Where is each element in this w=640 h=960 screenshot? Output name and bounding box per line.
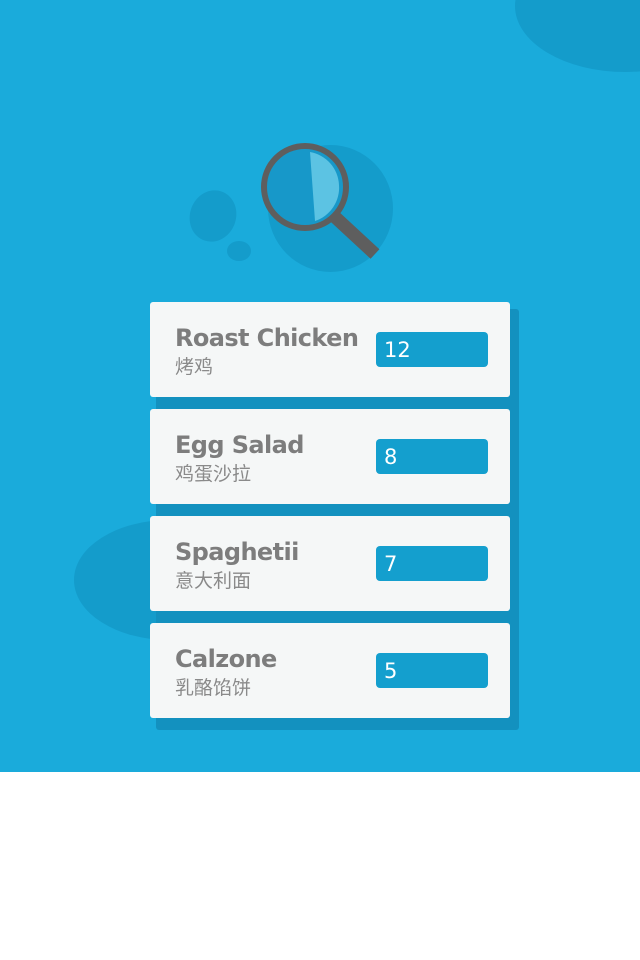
item-name: Spaghetii: [175, 538, 299, 566]
quantity-field[interactable]: 5: [376, 653, 488, 688]
item-name: Egg Salad: [175, 431, 304, 459]
item-list: Roast Chicken 烤鸡 12 Egg Salad 鸡蛋沙拉 8 Spa…: [150, 302, 510, 718]
quantity-field[interactable]: 7: [376, 546, 488, 581]
background-blob: [227, 241, 251, 261]
list-item: Spaghetii 意大利面 7: [150, 516, 510, 611]
list-item: Roast Chicken 烤鸡 12: [150, 302, 510, 397]
background-blob: [182, 183, 244, 249]
item-name: Calzone: [175, 645, 277, 673]
background-blob: [515, 0, 640, 72]
list-item: Egg Salad 鸡蛋沙拉 8: [150, 409, 510, 504]
item-subname: 乳酪馅饼: [175, 677, 252, 699]
magnifying-glass-icon: [261, 143, 380, 259]
item-subname: 鸡蛋沙拉: [175, 463, 252, 485]
item-name: Roast Chicken: [175, 324, 359, 352]
quantity-field[interactable]: 8: [376, 439, 488, 474]
item-subname: 意大利面: [175, 570, 252, 592]
hero-background: Roast Chicken 烤鸡 12 Egg Salad 鸡蛋沙拉 8 Spa…: [0, 0, 640, 772]
list-item: Calzone 乳酪馅饼 5: [150, 623, 510, 718]
item-subname: 烤鸡: [175, 356, 214, 378]
quantity-field[interactable]: 12: [376, 332, 488, 367]
magnifier-handle: [330, 212, 380, 259]
